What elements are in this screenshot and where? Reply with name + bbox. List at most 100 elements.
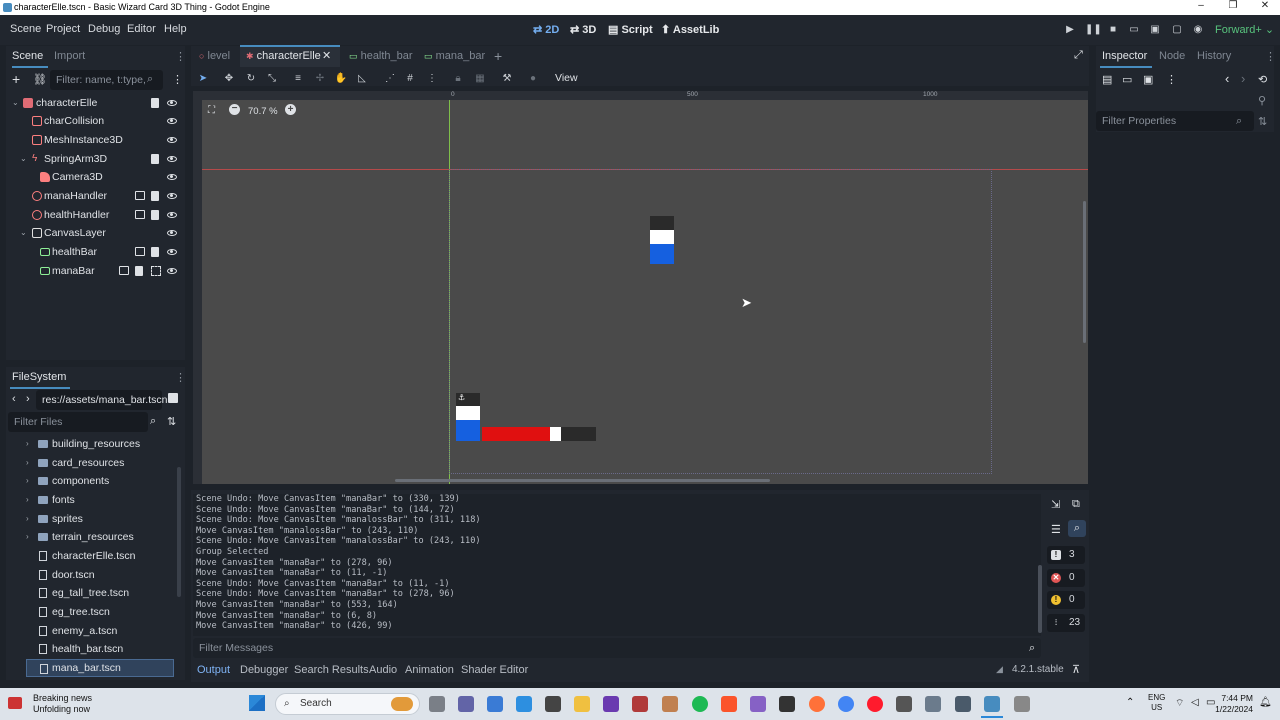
spotify-icon[interactable] (692, 696, 708, 712)
viewport-hscrollbar[interactable] (395, 479, 770, 482)
scene-instance-icon[interactable] (119, 266, 129, 275)
mail-icon[interactable] (516, 696, 532, 712)
tree-node-charCollision[interactable]: charCollision (8, 112, 184, 130)
script-icon[interactable] (151, 98, 159, 108)
maximize-button[interactable]: ❐ (1218, 0, 1248, 11)
app-icon[interactable] (603, 696, 619, 712)
path-field[interactable]: res://assets/mana_bar.tscn (36, 390, 167, 410)
distraction-free-icon[interactable]: ⤢ (1074, 49, 1083, 62)
visibility-eye-icon[interactable] (167, 247, 177, 257)
output-scrollbar[interactable] (1038, 565, 1042, 633)
fs-file-characterElle[interactable]: characterElle.tscn (26, 547, 174, 565)
bottom-tab-animation[interactable]: Animation (405, 664, 454, 676)
version-label[interactable]: 4.2.1.stable (1012, 664, 1064, 675)
rotate-tool-icon[interactable]: ↻ (244, 72, 258, 86)
forward-icon[interactable]: › (26, 393, 30, 405)
close-tab-icon[interactable]: ✕ (322, 45, 331, 67)
workspace-3d-button[interactable]: ⇄ 3D (570, 23, 596, 36)
move-tool-icon[interactable]: ✥ (222, 72, 236, 86)
tree-node-MeshInstance3D[interactable]: MeshInstance3D (8, 131, 184, 149)
opera-icon[interactable] (867, 696, 883, 712)
inspector-filter-input[interactable]: Filter Properties (1096, 111, 1254, 131)
clock[interactable]: 7:44 PM 1/22/2024 (1213, 693, 1253, 715)
store-icon[interactable] (487, 696, 503, 712)
fs-file-enemy_a[interactable]: enemy_a.tscn (26, 622, 174, 640)
app-icon[interactable] (632, 696, 648, 712)
add-node-icon[interactable]: + (12, 71, 20, 87)
chat-icon[interactable] (458, 696, 474, 712)
bottom-tab-debugger[interactable]: Debugger (240, 664, 288, 676)
group-icon[interactable] (151, 266, 161, 276)
fs-folder-card_resources[interactable]: › card_resources (26, 454, 174, 472)
editor-messages-filter[interactable]: ⫶ 23 (1047, 614, 1085, 632)
fs-folder-fonts[interactable]: › fonts (26, 491, 174, 509)
terminal-icon[interactable] (779, 696, 795, 712)
collapse-icon[interactable]: ☰ (1051, 523, 1061, 536)
visual-studio-icon[interactable] (750, 696, 766, 712)
snap-options-icon[interactable]: ⋮ (425, 72, 439, 86)
scene-instance-icon[interactable] (135, 210, 145, 219)
play-custom-icon[interactable]: ▢ (1170, 23, 1184, 37)
messages-filter[interactable]: ! 3 (1047, 546, 1085, 564)
visibility-layers-icon[interactable]: ● (526, 72, 540, 86)
movie-maker-icon[interactable]: ◉ (1191, 23, 1205, 37)
fs-file-eg_tall_tree[interactable]: eg_tall_tree.tscn (26, 584, 174, 602)
app-icon[interactable] (955, 696, 971, 712)
inspector-options-icon[interactable]: ⇅ (1258, 115, 1267, 128)
mana-bar-preview[interactable] (650, 216, 674, 264)
history-forward-icon[interactable]: › (1241, 71, 1245, 86)
tab-inspector[interactable]: Inspector (1102, 50, 1147, 62)
history-back-icon[interactable]: ‹ (1225, 71, 1229, 86)
bottom-tab-output[interactable]: Output (197, 664, 230, 676)
warnings-filter[interactable]: ! 0 (1047, 591, 1085, 609)
zoom-out-icon[interactable]: − (229, 104, 240, 115)
bottom-tab-shader-editor[interactable]: Shader Editor (461, 664, 528, 676)
fs-file-eg_tree[interactable]: eg_tree.tscn (26, 603, 174, 621)
remote-debug-icon[interactable]: ▭ (1127, 23, 1141, 37)
tree-node-characterElle[interactable]: ⌄ characterElle (8, 94, 184, 112)
tree-node-manaBar[interactable]: manaBar (8, 262, 184, 280)
scene-options-icon[interactable]: ⋮ (172, 73, 183, 86)
scale-tool-icon[interactable]: ⤡ (265, 72, 279, 86)
link-icon[interactable]: ⛓ (33, 73, 47, 86)
script-icon[interactable] (135, 266, 143, 276)
tab-scene[interactable]: Scene (12, 50, 43, 62)
center-view-icon[interactable]: ⛶ (208, 105, 215, 116)
pivot-tool-icon[interactable]: ✢ (313, 72, 327, 86)
play-scene-icon[interactable]: ▣ (1148, 23, 1162, 37)
visibility-eye-icon[interactable] (167, 172, 177, 182)
script-icon[interactable] (151, 154, 159, 164)
bone-tool-icon[interactable]: ⚒ (500, 72, 514, 86)
tab-level[interactable]: ○ level (199, 45, 230, 67)
stop-icon[interactable]: ■ (1106, 23, 1120, 37)
language-indicator[interactable]: ENG US (1148, 693, 1165, 713)
minimize-button[interactable]: – (1186, 0, 1216, 11)
pan-tool-icon[interactable]: ✋ (334, 72, 348, 86)
tab-health_bar[interactable]: ▭ health_bar (349, 45, 413, 67)
scene-instance-icon[interactable] (135, 247, 145, 256)
small-bar-preview[interactable]: ⚓︎ (456, 393, 480, 441)
view-menu[interactable]: View (555, 72, 578, 84)
godot-icon[interactable] (984, 696, 1000, 712)
list-select-icon[interactable]: ≡ (291, 72, 305, 86)
visibility-eye-icon[interactable] (167, 116, 177, 126)
workspace-assetlib-button[interactable]: ⬆ AssetLib (661, 23, 719, 36)
menu-editor[interactable]: Editor (127, 23, 156, 35)
fs-file-mana_bar[interactable]: mana_bar.tscn (26, 659, 174, 677)
toggle-bottom-panel-icon[interactable]: ⊼ (1072, 663, 1080, 676)
tree-node-Camera3D[interactable]: Camera3D (8, 168, 184, 186)
filesystem-filter-input[interactable]: Filter Files (8, 412, 148, 432)
tree-node-CanvasLayer[interactable]: ⌄ CanvasLayer (8, 224, 184, 242)
fs-folder-terrain_resources[interactable]: › terrain_resources (26, 528, 174, 546)
viewport-vscrollbar[interactable] (1083, 201, 1086, 343)
toggle-search-icon[interactable]: ⌕ (1068, 520, 1086, 537)
scene-instance-icon[interactable] (135, 191, 145, 200)
tab-characterElle[interactable]: ✱ characterElle ✕ (240, 45, 340, 67)
play-icon[interactable]: ▶ (1063, 23, 1077, 37)
copy-log-icon[interactable]: ⧉ (1072, 498, 1080, 511)
zoom-in-icon[interactable]: + (285, 104, 296, 115)
tree-node-healthHandler[interactable]: healthHandler (8, 206, 184, 224)
dock-menu-icon[interactable]: ⋮ (175, 50, 186, 63)
tree-node-manaHandler[interactable]: manaHandler (8, 187, 184, 205)
wifi-icon[interactable]: ⌔ (1175, 697, 1184, 710)
